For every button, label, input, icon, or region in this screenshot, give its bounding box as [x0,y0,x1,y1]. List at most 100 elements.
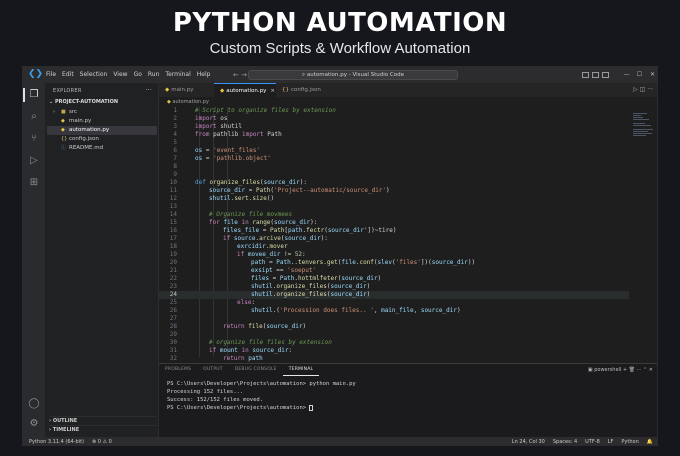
tree-item-automation-py[interactable]: ◆ automation.py [47,126,157,135]
explorer-sidebar: EXPLORER ··· ⌄ PROJECT-AUTOMATION › ■ src … [45,83,159,437]
code-line[interactable]: 23 shutil.organize_files(source_dir) [159,283,629,291]
toggle-panel-icon[interactable] [592,72,599,78]
tree-item-main-py[interactable]: ◆ main.py [61,117,171,126]
more-actions-icon[interactable]: ··· [145,86,152,94]
code-line[interactable]: 25 else: [159,299,629,307]
code-token: # organize file files by extension [209,339,332,346]
tab-automation-py[interactable]: ◆ automation.py × [214,83,276,97]
code-token: for [209,219,224,226]
code-line[interactable]: 15 for file in range(source_dir): [159,219,629,227]
code-line[interactable]: 16 files_file = Path[path.fectr(source_di… [159,227,629,235]
code-line[interactable]: 4 from pathlib import Path [159,131,629,139]
code-line[interactable]: 3 import shutil [159,123,629,131]
toggle-sidebar-icon[interactable] [582,72,589,78]
tree-item-readme-md[interactable]: ⓘ README.md [61,144,171,153]
notifications-icon[interactable]: 🔔 [647,437,653,445]
code-line[interactable]: 31 if mount in source_dir: [159,347,629,355]
terminal-output[interactable]: PS C:\Users\Developer\Projects\automatio… [167,380,647,412]
code-line[interactable]: 28 return file(source_dir) [159,323,629,331]
menu-view[interactable]: View [110,67,130,83]
language-mode[interactable]: Python [621,437,638,445]
code-line[interactable]: 13 [159,203,629,211]
code-line[interactable]: 9 [159,171,629,179]
outline-section[interactable]: › OUTLINE [49,416,157,425]
command-center-search[interactable]: ⌕ automation.py - Visual Studio Code [248,70,458,80]
timeline-section[interactable]: › TIMELINE [49,425,157,434]
extensions-icon[interactable]: ⊞ [27,176,41,190]
menu-run[interactable]: Run [145,67,163,83]
menu-file[interactable]: File [43,67,59,83]
code-line[interactable]: 1 # Script to organize files by extension [159,107,629,115]
code-text: shutil.sert.size() [181,195,274,203]
tree-item-src[interactable]: › ■ src [53,108,163,117]
code-line[interactable]: 22 files = Path.hottmlfeter(source_dir) [159,275,629,283]
indentation-status[interactable]: Spaces: 4 [553,437,577,445]
code-line[interactable]: 30 # organize file files by extension [159,339,629,347]
code-line[interactable]: 2 import os [159,115,629,123]
toggle-secondary-sidebar-icon[interactable] [602,72,609,78]
code-line[interactable]: 18 exrcidir.mover [159,243,629,251]
account-icon[interactable]: ◯ [27,397,41,411]
split-editor-icon[interactable]: ◫ [640,86,646,93]
code-line[interactable]: 14 # Organize file movmees [159,211,629,219]
nav-arrows-icon[interactable]: ← → [233,67,247,83]
menu-help[interactable]: Help [194,67,214,83]
problems-status[interactable]: ⊗ 0 ⚠ 0 [92,437,112,445]
code-line[interactable]: 11 source_dir = Path('Project--automatic/… [159,187,629,195]
run-debug-icon[interactable]: ▷ [27,154,41,168]
maximize-icon[interactable]: ☐ [633,67,646,83]
trash-icon[interactable]: 🗑 [629,367,635,373]
tab-debug-console[interactable]: DEBUG CONSOLE [229,364,283,376]
code-line[interactable]: 12 shutil.sert.size() [159,195,629,203]
breadcrumb-file[interactable]: automation.py [172,99,209,105]
tab-terminal[interactable]: TERMINAL [282,364,320,376]
code-line[interactable]: 17 if source.arcive(source_dir): [159,235,629,243]
eol-status[interactable]: LF [608,437,614,445]
settings-gear-icon[interactable]: ⚙ [27,417,41,431]
code-line[interactable]: 6 os = 'event_files' [159,147,629,155]
code-editor[interactable]: 1 # Script to organize files by extension… [159,107,629,363]
code-token: return [223,323,249,330]
outline-label: OUTLINE [52,418,78,424]
code-token: slev [377,259,392,266]
tab-problems[interactable]: PROBLEMS [159,364,197,376]
close-tab-icon[interactable]: × [270,88,275,94]
minimize-icon[interactable]: — [620,67,633,83]
files-icon[interactable]: ❐ [27,88,41,102]
cursor-position[interactable]: Ln 24, Col 30 [512,437,545,445]
code-line[interactable]: 24 shutil.organize_files(source_dir) [159,291,629,299]
code-line[interactable]: 32 return path [159,355,629,363]
code-line[interactable]: 26 shutil.('Procession does files.. ', ma… [159,307,629,315]
minimap[interactable] [629,107,657,363]
code-line[interactable]: 7 os = 'pathlib.object' [159,155,629,163]
code-line[interactable]: 21 exsipt == 'soeput' [159,267,629,275]
code-line[interactable]: 27 [159,315,629,323]
run-file-icon[interactable]: ▷ [633,86,638,93]
code-line[interactable]: 8 [159,163,629,171]
code-line[interactable]: 19 if movee_dir != 52: [159,251,629,259]
tab-output[interactable]: OUTPUT [197,364,229,376]
encoding-status[interactable]: UTF-8 [585,437,600,445]
code-line[interactable]: 29 [159,331,629,339]
close-icon[interactable]: ✕ [649,367,653,373]
interpreter-status[interactable]: Python 3.11.4 (64-bit) [29,437,84,445]
folder-header[interactable]: ⌄ PROJECT-AUTOMATION [49,98,157,107]
search-icon[interactable]: ⌕ [27,110,41,124]
close-icon[interactable]: ✕ [646,67,657,83]
tree-item-config-json[interactable]: {} config.json [61,135,171,144]
menu-edit[interactable]: Edit [59,67,77,83]
code-line[interactable]: 5 [159,139,629,147]
tree-item-label: README.md [69,145,104,151]
code-line[interactable]: 10 def organize_files(source_dir): [159,179,629,187]
code-line[interactable]: 20 path = Path..tenvers.get(file.conf(sle… [159,259,629,267]
tab-config-json[interactable]: {} config.json [276,83,336,97]
terminal-prompt: PS C:\Users\Developer\Projects\automatio… [167,405,310,411]
chevron-up-icon[interactable]: ⌃ [643,367,647,373]
source-control-icon[interactable]: ⑂ [27,132,41,146]
menu-selection[interactable]: Selection [77,67,111,83]
menu-go[interactable]: Go [131,67,145,83]
shell-label[interactable]: powershell [594,367,621,373]
tab-main-py[interactable]: ◆ main.py [159,83,214,97]
more-actions-icon[interactable]: ··· [647,86,653,93]
menu-terminal[interactable]: Terminal [162,67,193,83]
